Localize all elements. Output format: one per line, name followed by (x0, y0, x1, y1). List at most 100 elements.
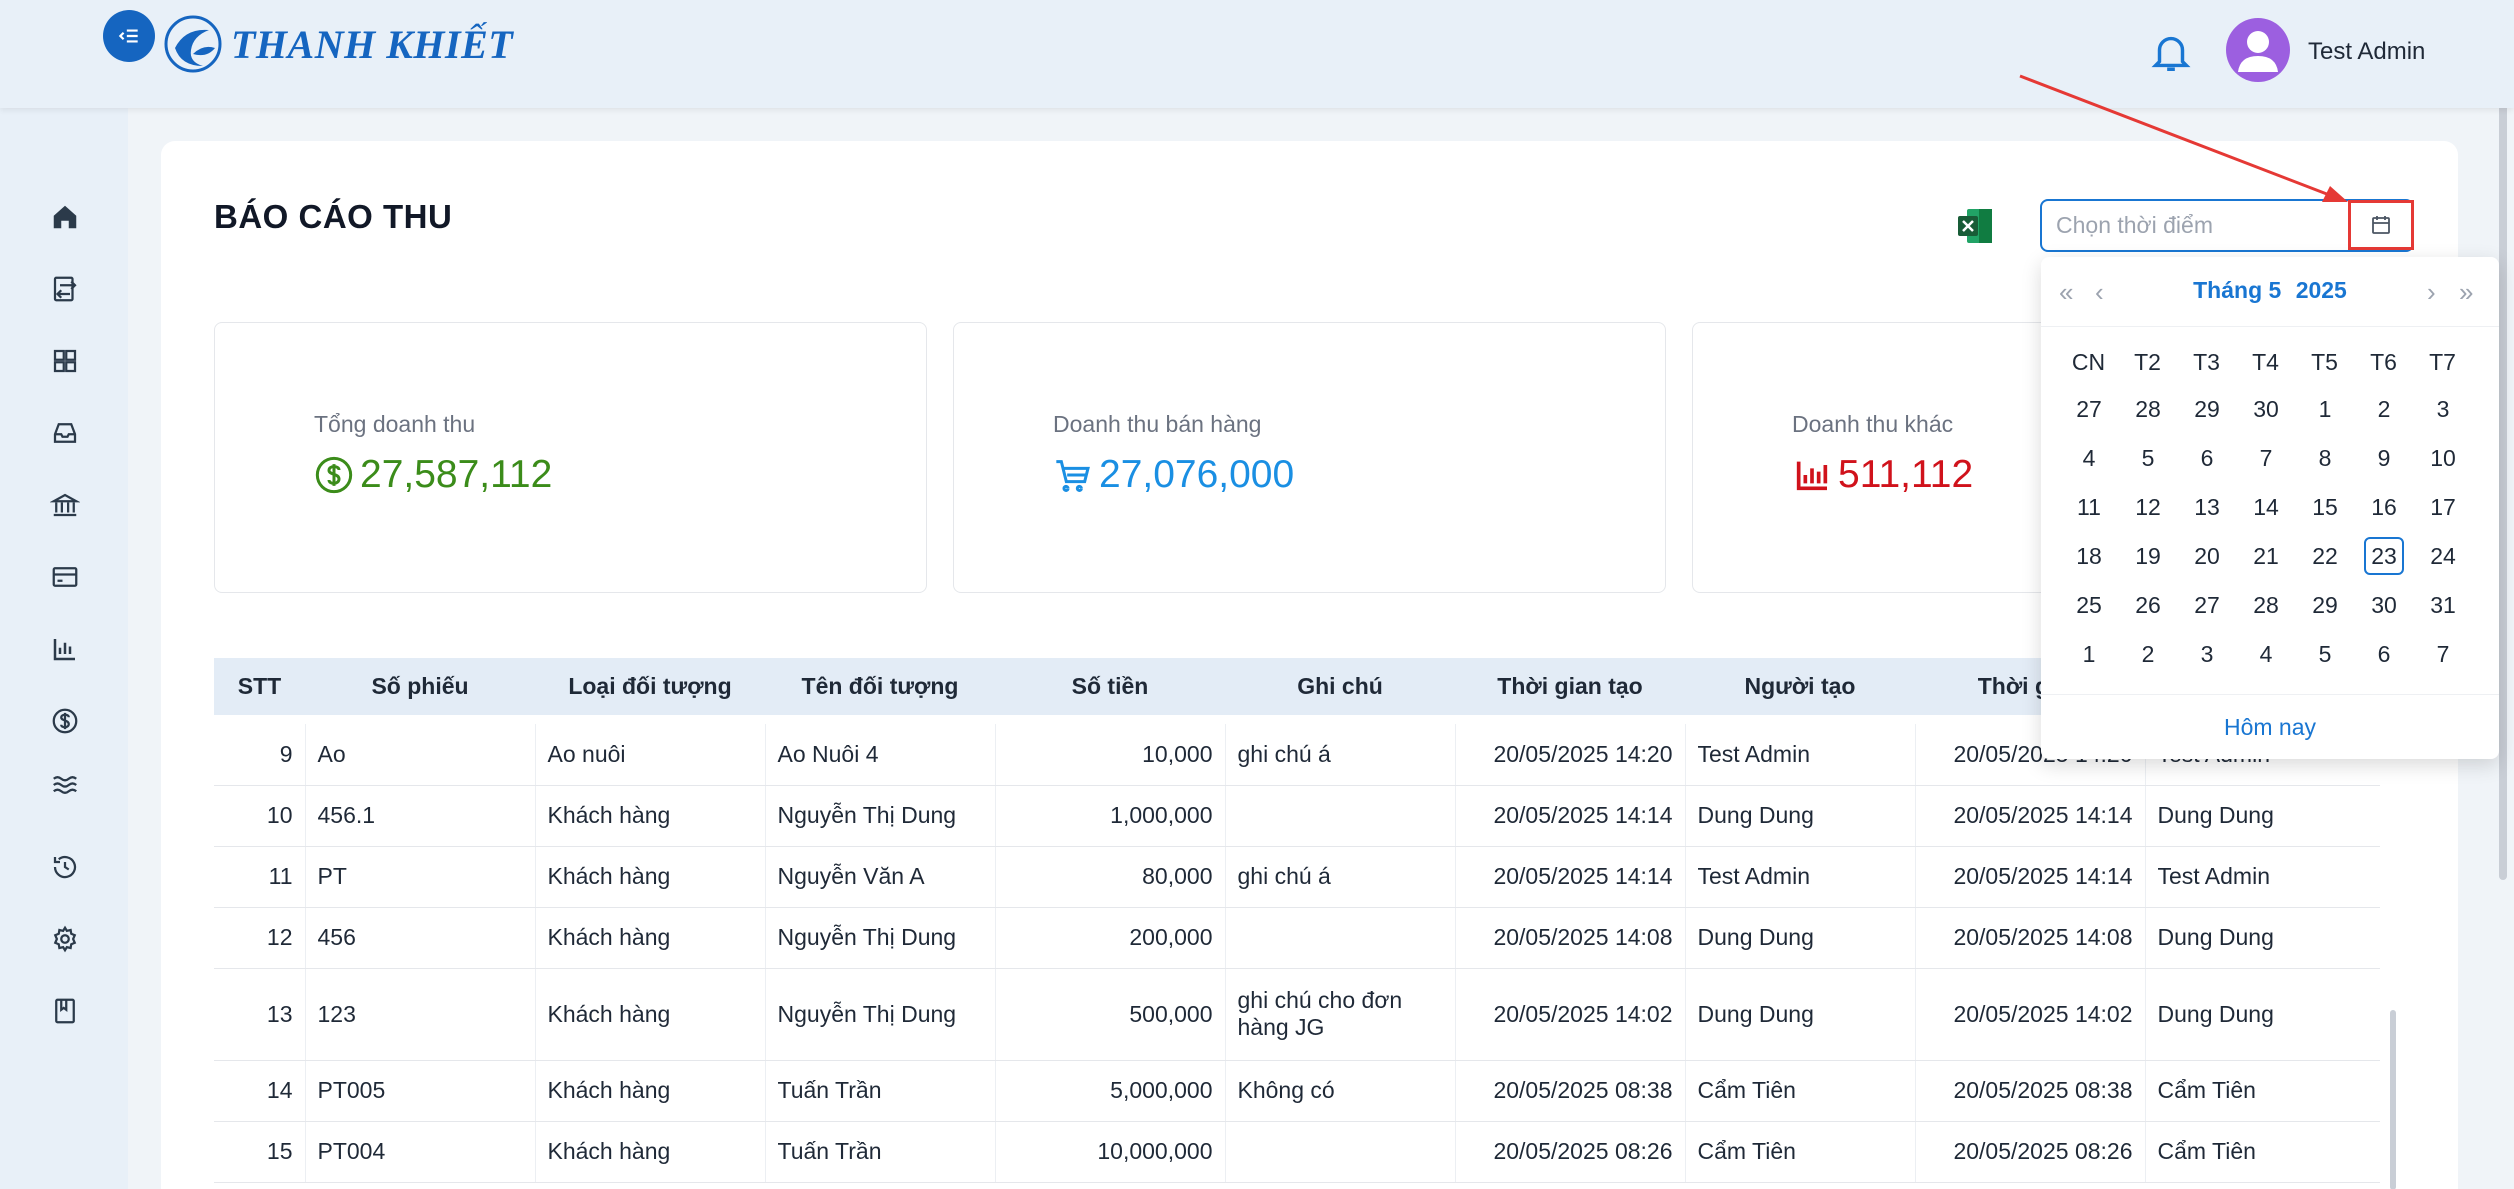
calendar-day[interactable]: 6 (2187, 439, 2227, 477)
year-select[interactable]: 2025 (2296, 277, 2347, 303)
table-cell: 13 (214, 968, 306, 1061)
calendar-day[interactable]: 12 (2128, 488, 2168, 526)
table-row[interactable]: 11 PT Khách hàng Nguyễn Văn A 80,000 ghi chú … (214, 846, 2380, 908)
column-header[interactable]: Tên đối tượng (765, 658, 995, 715)
next-month-button[interactable]: › (2427, 277, 2436, 308)
calendar-day[interactable]: 26 (2128, 586, 2168, 624)
brand-logo[interactable]: THANH KHIẾT (163, 14, 513, 74)
transfer-icon[interactable] (48, 272, 82, 306)
calendar-day[interactable]: 2 (2364, 390, 2404, 428)
table-row[interactable]: 15 PT004 Khách hàng Tuấn Trần 10,000,000 20/0… (214, 1121, 2380, 1183)
calendar-day[interactable]: 10 (2423, 439, 2463, 477)
calendar-day[interactable]: 27 (2187, 586, 2227, 624)
table-cell: 20/05/2025 08:26 (1455, 1121, 1686, 1183)
dashboard-icon[interactable] (48, 344, 82, 378)
calendar-day[interactable]: 29 (2305, 586, 2345, 624)
table-cell: 500,000 (995, 968, 1226, 1061)
calendar-day[interactable]: 27 (2069, 390, 2109, 428)
stat-label: Tổng doanh thu (314, 411, 476, 437)
column-header[interactable]: Số phiếu (305, 658, 535, 715)
calendar-day[interactable]: 20 (2187, 537, 2227, 575)
water-icon[interactable] (48, 768, 82, 802)
calendar-day[interactable]: 25 (2069, 586, 2109, 624)
calendar-day[interactable]: 29 (2187, 390, 2227, 428)
table-row[interactable]: 12 456 Khách hàng Nguyễn Thị Dung 200,000 20/… (214, 907, 2380, 969)
calendar-day[interactable]: 7 (2423, 635, 2463, 673)
bank-icon[interactable] (48, 488, 82, 522)
calendar-day[interactable]: 16 (2364, 488, 2404, 526)
table-cell: 20/05/2025 14:14 (1915, 785, 2146, 847)
calendar-day[interactable]: 24 (2423, 537, 2463, 575)
inbox-icon[interactable] (48, 416, 82, 450)
calendar-day[interactable]: 14 (2246, 488, 2286, 526)
next-year-button[interactable]: » (2459, 277, 2473, 308)
table-cell: 20/05/2025 08:38 (1915, 1060, 2146, 1122)
calendar-day[interactable]: 15 (2305, 488, 2345, 526)
calendar-day[interactable]: 31 (2423, 586, 2463, 624)
column-header[interactable]: Người tạo (1685, 658, 1915, 715)
calendar-day[interactable]: 17 (2423, 488, 2463, 526)
date-filter-input[interactable] (2056, 212, 2356, 239)
stat-card-total: Tổng doanh thu 27,587,112 (214, 322, 927, 593)
calendar-day[interactable]: 4 (2069, 439, 2109, 477)
calendar-day[interactable]: 5 (2305, 635, 2345, 673)
history-icon[interactable] (48, 850, 82, 884)
table-scrollbar[interactable] (2390, 1010, 2396, 1189)
calendar-day[interactable]: 28 (2128, 390, 2168, 428)
calendar-day[interactable]: 19 (2128, 537, 2168, 575)
menu-toggle-button[interactable] (103, 10, 155, 62)
calendar-day[interactable]: 13 (2187, 488, 2227, 526)
table-row[interactable]: 13 123 Khách hàng Nguyễn Thị Dung 500,000 ghi… (214, 968, 2380, 1061)
table-row[interactable]: 10 456.1 Khách hàng Nguyễn Thị Dung 1,000,00… (214, 785, 2380, 847)
calendar-day[interactable]: 4 (2246, 635, 2286, 673)
column-header[interactable]: Ghi chú (1225, 658, 1455, 715)
calendar-day[interactable]: 30 (2246, 390, 2286, 428)
home-icon[interactable] (48, 200, 82, 234)
dollar-icon[interactable] (48, 704, 82, 738)
calendar-day[interactable]: 9 (2364, 439, 2404, 477)
column-header[interactable]: Thời gian tạo (1455, 658, 1685, 715)
calendar-day[interactable]: 3 (2187, 635, 2227, 673)
column-header[interactable]: Số tiền (995, 658, 1225, 715)
calendar-day[interactable]: 18 (2069, 537, 2109, 575)
calendar-day[interactable]: 6 (2364, 635, 2404, 673)
month-select[interactable]: Tháng 5 (2193, 277, 2281, 303)
table-cell: 20/05/2025 14:02 (1455, 968, 1686, 1061)
calendar-day[interactable]: 5 (2128, 439, 2168, 477)
username[interactable]: Test Admin (2308, 38, 2425, 66)
table-cell: 1,000,000 (995, 785, 1226, 847)
table-cell: Khách hàng (535, 1121, 766, 1183)
page-scrollbar[interactable] (2499, 72, 2507, 880)
table-cell: Cẩm Tiên (1685, 1121, 1916, 1183)
calendar-day-selected[interactable]: 23 (2364, 537, 2404, 575)
calendar-day[interactable]: 7 (2246, 439, 2286, 477)
table-cell: 14 (214, 1060, 306, 1122)
chart-icon[interactable] (48, 632, 82, 666)
calendar-day[interactable]: 22 (2305, 537, 2345, 575)
card-icon[interactable] (48, 560, 82, 594)
book-icon[interactable] (48, 994, 82, 1028)
calendar-day[interactable]: 21 (2246, 537, 2286, 575)
bell-icon[interactable] (2148, 26, 2194, 78)
calendar-day[interactable]: 3 (2423, 390, 2463, 428)
today-button[interactable]: Hôm nay (2041, 714, 2499, 741)
calendar-day[interactable]: 2 (2128, 635, 2168, 673)
calendar-day[interactable]: 1 (2069, 635, 2109, 673)
gear-icon[interactable] (48, 922, 82, 956)
avatar[interactable] (2226, 18, 2290, 82)
stat-value: 27,076,000 (1053, 453, 1294, 497)
calendar-day[interactable]: 28 (2246, 586, 2286, 624)
weekday-label: CN (2071, 349, 2106, 375)
calendar-button[interactable] (2348, 200, 2414, 250)
column-header[interactable]: STT (214, 658, 305, 715)
calendar-day[interactable]: 11 (2069, 488, 2109, 526)
table-row[interactable]: 14 PT005 Khách hàng Tuấn Trần 5,000,000 Không… (214, 1060, 2380, 1122)
table-cell: 20/05/2025 14:08 (1915, 907, 2146, 969)
calendar-day[interactable]: 8 (2305, 439, 2345, 477)
table-cell: PT005 (305, 1060, 536, 1122)
table-cell: Dung Dung (2145, 785, 2380, 847)
calendar-day[interactable]: 30 (2364, 586, 2404, 624)
calendar-day[interactable]: 1 (2305, 390, 2345, 428)
column-header[interactable]: Loại đối tượng (535, 658, 765, 715)
excel-export-icon[interactable] (1955, 206, 1995, 246)
